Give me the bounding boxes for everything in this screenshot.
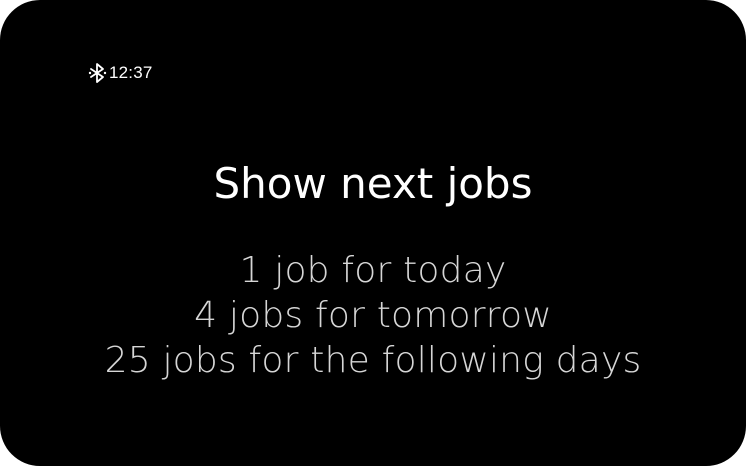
bluetooth-icon [88,62,108,84]
jobs-today-item[interactable]: 1 job for today [0,248,746,293]
status-bar: 12:37 [88,62,153,84]
watch-screen: 12:37 Show next jobs 1 job for today 4 j… [0,0,746,466]
jobs-tomorrow-item[interactable]: 4 jobs for tomorrow [0,293,746,338]
jobs-list: 1 job for today 4 jobs for tomorrow 25 j… [0,248,746,383]
jobs-following-days-item[interactable]: 25 jobs for the following days [0,338,746,383]
status-time: 12:37 [109,63,153,82]
page-title[interactable]: Show next jobs [0,156,746,212]
